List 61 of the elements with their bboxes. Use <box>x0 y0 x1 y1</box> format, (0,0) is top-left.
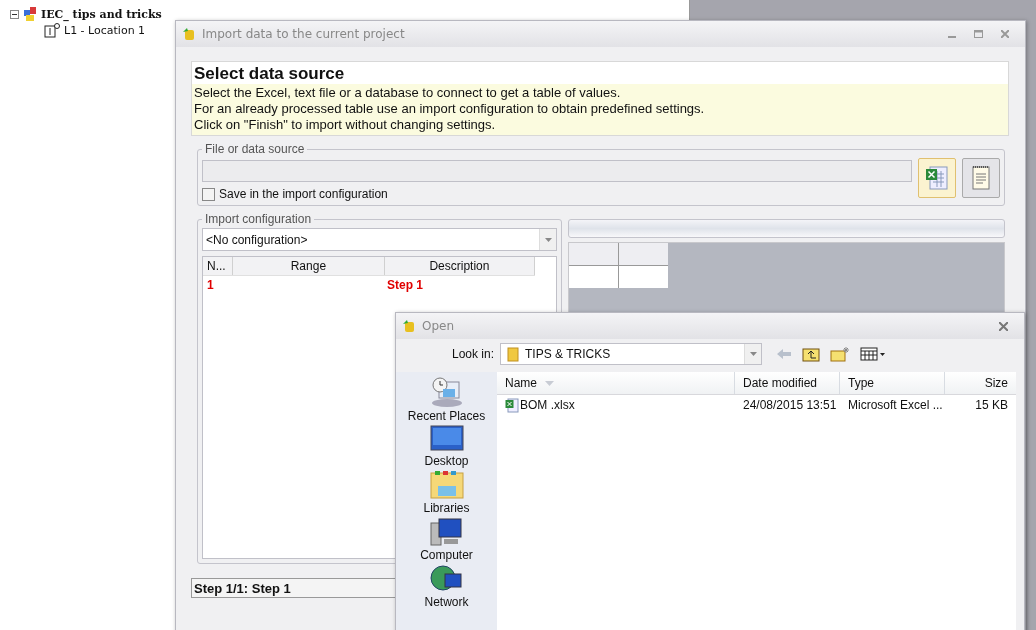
view-menu-icon[interactable] <box>860 347 887 361</box>
instruction-text: Select the Excel, text file or a database to connect to get a table of values. <box>194 85 622 101</box>
step-description: Step 1 <box>386 277 424 294</box>
close-icon[interactable] <box>1001 30 1009 38</box>
new-folder-icon[interactable] <box>830 346 851 362</box>
file-size: 15 KB <box>974 398 1009 412</box>
checkbox-label: Save in the import configuration <box>219 187 388 201</box>
column-header[interactable]: Description <box>384 257 535 275</box>
page-heading: Select data source <box>193 63 346 84</box>
column-header[interactable]: Name <box>497 372 735 394</box>
libraries-icon[interactable] <box>429 470 464 500</box>
column-header[interactable]: N... <box>203 257 233 275</box>
file-type: Microsoft Excel ... <box>847 398 944 412</box>
maximize-icon[interactable] <box>974 30 983 38</box>
column-header[interactable]: Size <box>945 372 1016 394</box>
save-checkbox[interactable] <box>202 187 215 201</box>
dialog-title: Open <box>422 319 456 333</box>
instruction-text: For an already processed table use an import configuration to obtain predefined settings. <box>194 101 706 117</box>
step-number: 1 <box>206 277 215 294</box>
file-name[interactable]: BOM .xlsx <box>520 398 575 412</box>
column-header[interactable]: Date modified <box>735 372 840 394</box>
location-icon <box>44 22 60 38</box>
project-icon <box>23 6 37 22</box>
sort-arrow-icon <box>545 380 554 386</box>
look-in-dropdown[interactable]: TIPS & TRICKS <box>500 343 763 365</box>
project-label[interactable]: IEC_ tips and tricks <box>41 7 162 21</box>
collapse-icon[interactable] <box>10 9 19 19</box>
close-icon[interactable] <box>999 321 1008 331</box>
place-label[interactable]: Recent Places <box>407 409 486 423</box>
desktop-icon[interactable] <box>429 425 464 453</box>
spreadsheet-icon <box>505 397 519 413</box>
file-path-field[interactable] <box>202 160 912 182</box>
place-label[interactable]: Desktop <box>424 454 469 468</box>
recent-places-icon[interactable] <box>429 376 464 408</box>
excel-button[interactable] <box>918 158 956 198</box>
up-folder-icon[interactable] <box>802 346 821 362</box>
back-arrow-icon[interactable] <box>776 348 793 360</box>
computer-icon[interactable] <box>429 517 464 547</box>
instruction-text: Click on "Finish" to import without changing settings. <box>194 117 497 133</box>
file-date: 24/08/2015 13:51 <box>742 398 838 412</box>
column-header[interactable]: Type <box>840 372 945 394</box>
database-icon <box>402 319 416 333</box>
network-icon[interactable] <box>429 564 464 594</box>
notepad-icon <box>970 164 992 192</box>
text-file-button[interactable] <box>962 158 1000 198</box>
step-status: Step 1/1: Step 1 <box>191 578 396 598</box>
place-label[interactable]: Libraries <box>423 501 470 515</box>
look-in-label: Look in: <box>452 347 495 361</box>
spreadsheet-icon <box>924 164 950 192</box>
configuration-dropdown[interactable]: <No configuration> <box>202 228 557 251</box>
database-icon <box>182 27 196 41</box>
location-label[interactable]: L1 - Location 1 <box>64 23 146 37</box>
place-label[interactable]: Network <box>424 595 469 609</box>
window-title: Import data to the current project <box>202 27 406 41</box>
dropdown-arrow-icon[interactable] <box>544 237 552 242</box>
group-legend: File or data source <box>202 142 308 156</box>
dropdown-arrow-icon[interactable] <box>749 352 757 356</box>
group-legend: Import configuration <box>202 212 315 226</box>
place-label[interactable]: Computer <box>420 548 473 562</box>
column-header[interactable]: Range <box>232 257 385 275</box>
folder-icon <box>507 346 520 362</box>
